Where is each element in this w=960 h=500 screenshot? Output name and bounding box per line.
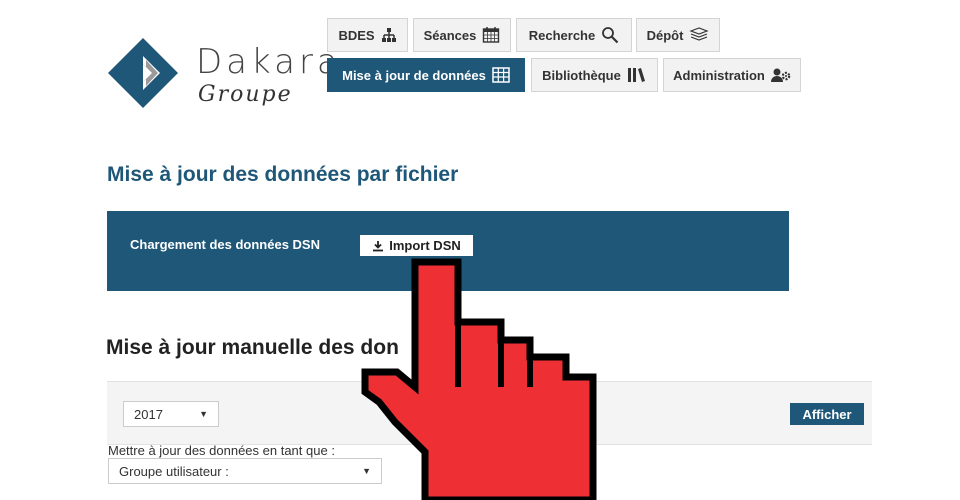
table-grid-icon <box>492 67 510 83</box>
nav-bdes[interactable]: BDES <box>327 18 408 52</box>
chevron-down-icon: ▼ <box>199 409 208 419</box>
nav-administration[interactable]: Administration <box>663 58 801 92</box>
nav-seances[interactable]: Séances <box>413 18 511 52</box>
role-label: Mettre à jour des données en tant que : <box>108 443 335 458</box>
logo-mark-icon <box>108 38 178 108</box>
afficher-button[interactable]: Afficher <box>790 403 864 425</box>
import-dsn-label: Import DSN <box>389 238 461 253</box>
nav-bibliotheque-label: Bibliothèque <box>542 67 621 83</box>
role-select-value: Groupe utilisateur : <box>119 463 229 479</box>
role-select[interactable]: Groupe utilisateur : ▼ <box>108 458 382 484</box>
user-settings-icon <box>770 68 791 82</box>
stack-icon <box>689 27 710 41</box>
nav-seances-label: Séances <box>423 27 477 43</box>
library-icon <box>627 68 645 82</box>
nav-mise-a-jour-label: Mise à jour de données <box>342 67 486 83</box>
dsn-label: Chargement des données DSN <box>130 237 320 252</box>
logo[interactable]: Dakara Groupe <box>108 38 338 118</box>
nav-recherche-label: Recherche <box>528 27 596 43</box>
nav-bdes-label: BDES <box>338 27 375 43</box>
nav-administration-label: Administration <box>673 67 765 83</box>
year-select-value: 2017 <box>134 406 163 422</box>
nav-mise-a-jour[interactable]: Mise à jour de données <box>327 58 525 92</box>
file-update-title: Mise à jour des données par fichier <box>107 163 459 186</box>
logo-subtitle: Groupe <box>198 82 293 107</box>
nav-depot-label: Dépôt <box>646 27 684 43</box>
calendar-icon <box>483 27 500 43</box>
nav-bibliotheque[interactable]: Bibliothèque <box>531 58 658 92</box>
logo-name: Dakara <box>196 42 342 82</box>
search-icon <box>602 27 619 44</box>
nav-recherche[interactable]: Recherche <box>516 18 632 52</box>
hand-pointer-cursor-icon <box>361 258 597 500</box>
download-icon <box>373 240 384 251</box>
year-select[interactable]: 2017 ▼ <box>123 401 219 427</box>
org-chart-icon <box>381 28 396 42</box>
nav-depot[interactable]: Dépôt <box>636 18 720 52</box>
